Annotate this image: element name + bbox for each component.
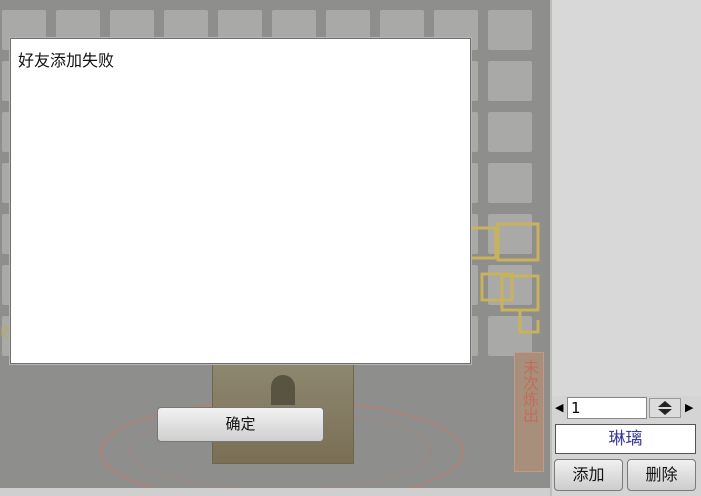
add-friend-button[interactable]: 添加: [554, 459, 623, 491]
bottom-bar: [0, 488, 550, 496]
grid-slot: [488, 163, 532, 203]
page-input[interactable]: 1: [567, 397, 647, 419]
right-triangle-icon[interactable]: ▶: [685, 401, 693, 414]
up-down-stepper-icon[interactable]: [649, 398, 681, 418]
stepper-down[interactable]: [658, 409, 672, 415]
dialog-message: 好友添加失败: [18, 51, 115, 70]
ornament-deco: [468, 222, 540, 334]
friend-sidebar: ◀ 1 ▶ 琳璃 添加 删除: [550, 0, 701, 496]
vertical-banner: 未次炼出: [514, 352, 544, 472]
stepper-up[interactable]: [658, 401, 672, 407]
banner-text: 未次炼出: [520, 359, 539, 423]
selected-friend-name[interactable]: 琳璃: [555, 424, 696, 454]
delete-friend-button[interactable]: 删除: [627, 459, 696, 491]
friend-list[interactable]: [552, 0, 701, 396]
page-spinner: ◀ 1 ▶: [554, 397, 699, 421]
grid-slot: [488, 10, 532, 50]
left-triangle-icon[interactable]: ◀: [555, 401, 563, 414]
altar-arch: [271, 375, 295, 405]
grid-slot: [488, 61, 532, 101]
grid-slot: [488, 112, 532, 152]
message-dialog: 好友添加失败: [10, 38, 471, 364]
ok-button[interactable]: 确定: [157, 407, 324, 442]
